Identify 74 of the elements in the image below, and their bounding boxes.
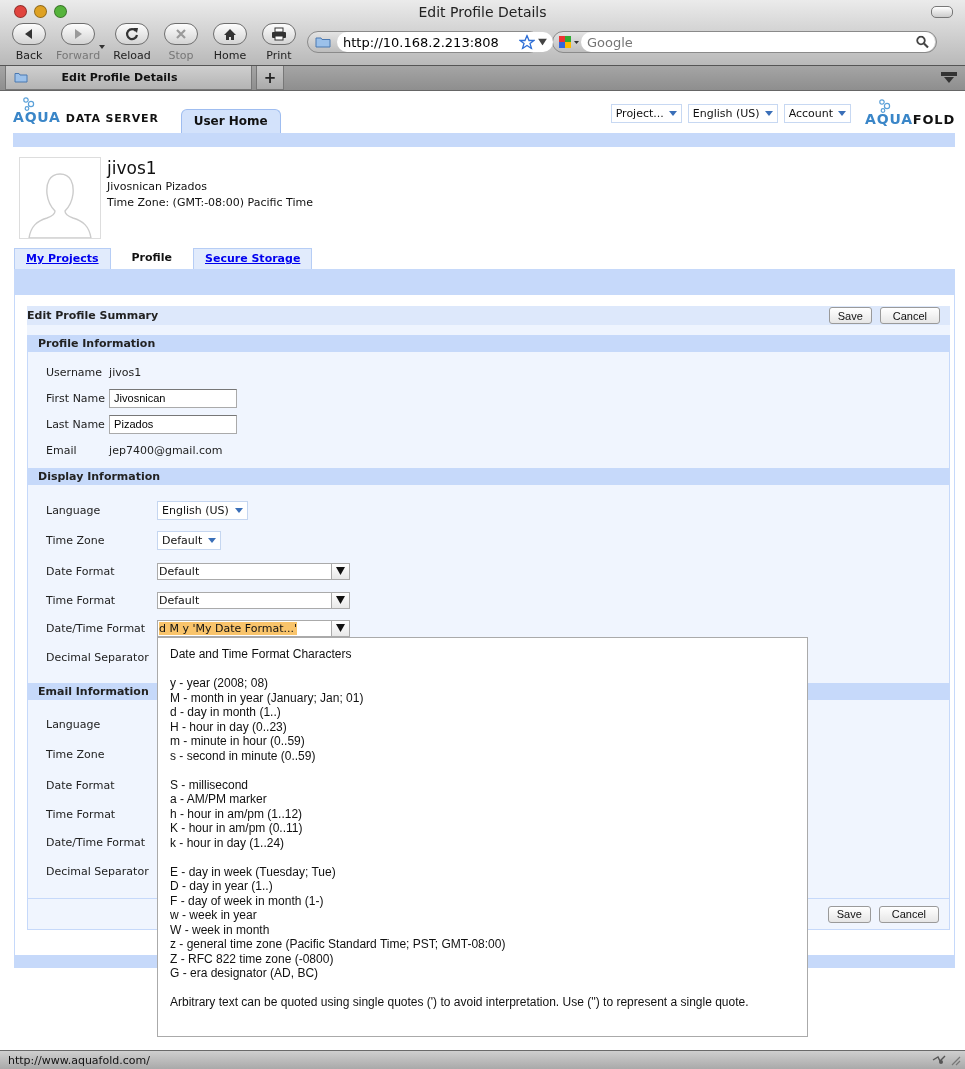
window-title: Edit Profile Details	[418, 3, 547, 20]
field-label: Time Format	[46, 807, 117, 821]
cancel-button[interactable]: Cancel	[878, 905, 939, 923]
format-description: w - week in year	[170, 908, 258, 923]
text-field[interactable]: Pizados	[109, 414, 238, 434]
format-description: H - hour in day (0..23)	[170, 719, 288, 734]
field-label: Username	[46, 365, 104, 379]
username: jivos1	[107, 157, 158, 179]
profile-tab[interactable]: My Projects	[14, 248, 111, 269]
popup-note: Arbitrary text can be quoted using single quotes (') to avoid interpretation. Use ('') to represent a single quote.	[170, 995, 750, 1010]
field-label: Last Name	[46, 417, 106, 431]
format-description: G - era designator (AD, BC)	[170, 966, 320, 981]
status-text: http://www.aquafold.com/	[8, 1053, 151, 1067]
dropdown[interactable]: Default	[157, 591, 350, 609]
field-label: Date Format	[46, 778, 116, 792]
browser-tab[interactable]: Edit Profile Details	[5, 66, 252, 90]
time-zone-text: Time Zone: (GMT:-08:00) Pacific Time	[107, 195, 313, 211]
new-tab-button[interactable]: +	[256, 66, 284, 90]
save-button[interactable]: Save	[828, 307, 872, 324]
section-header: Display Information	[27, 468, 950, 485]
field-label: Date/Time Format	[46, 621, 147, 635]
dropdown-menu[interactable]: Project...	[610, 104, 682, 123]
field-value: jep7400@gmail.com	[109, 443, 224, 457]
address-field[interactable]: http://10.168.2.213:808	[337, 32, 553, 52]
text-field[interactable]: Jivosnican	[109, 388, 238, 408]
format-description: K - hour in am/pm (0..11)	[170, 821, 304, 836]
button-label: Stop	[168, 49, 194, 62]
field-value: jivos1	[109, 365, 143, 379]
dropdown[interactable]: d M y 'My Date Format...'	[157, 619, 350, 637]
full-name: Jivosnican Pizados	[107, 179, 208, 195]
field-label: Language	[46, 717, 102, 731]
field-label: Date/Time Format	[46, 835, 147, 849]
format-description: E - day in week (Tuesday; Tue)	[170, 864, 337, 879]
profile-tab[interactable]: Secure Storage	[193, 248, 313, 269]
format-description: S - millisecond	[170, 777, 250, 792]
popup-title: Date and Time Format Characters	[170, 647, 353, 662]
panel-title: Edit Profile Summary	[27, 309, 160, 322]
button-label: Forward	[55, 49, 101, 62]
button-label: Back	[15, 49, 43, 62]
format-description: F - day of week in month (1-)	[170, 893, 325, 908]
field-label: Email	[46, 443, 78, 457]
format-description: m - minute in hour (0..59)	[170, 734, 306, 749]
dropdown-menu[interactable]: Account	[783, 104, 852, 123]
field-label: First Name	[46, 391, 106, 405]
field-label: Time Zone	[46, 747, 106, 761]
format-description: h - hour in am/pm (1..12)	[170, 806, 304, 821]
button-label: Print	[266, 49, 292, 62]
field-label: Language	[46, 503, 102, 517]
nav-tab[interactable]: User Home	[180, 109, 281, 133]
field-label: Date Format	[46, 564, 116, 578]
cancel-button[interactable]: Cancel	[879, 307, 940, 324]
format-description: D - day in year (1..)	[170, 879, 274, 894]
format-description: Z - RFC 822 time zone (-0800)	[170, 951, 335, 966]
field-label: Time Zone	[46, 533, 106, 547]
dropdown[interactable]: Default	[157, 562, 350, 580]
section-header: Profile Information	[27, 335, 950, 352]
button-label: Home	[213, 49, 247, 62]
save-button[interactable]: Save	[827, 905, 871, 923]
button-label: Reload	[113, 49, 151, 62]
format-description: d - day in month (1..)	[170, 705, 282, 720]
format-description: W - week in month	[170, 922, 271, 937]
format-description: s - second in minute (0..59)	[170, 748, 317, 763]
dropdown[interactable]: Default	[157, 530, 222, 550]
dropdown[interactable]: English (US)	[157, 500, 248, 520]
search-field[interactable]: Google	[581, 32, 935, 52]
format-description: a - AM/PM marker	[170, 792, 268, 807]
field-label: Decimal Separator	[46, 650, 150, 664]
format-description: k - hour in day (1..24)	[170, 835, 286, 850]
app-logo: AQUA DATA SERVER	[13, 97, 159, 125]
format-description: z - general time zone (Pacific Standard Time; PST; GMT-08:00)	[170, 937, 507, 952]
brand-logo: AQUAFOLD	[865, 99, 955, 127]
field-label: Decimal Separator	[46, 864, 150, 878]
field-label: Time Format	[46, 593, 117, 607]
dropdown-menu[interactable]: English (US)	[687, 104, 778, 123]
